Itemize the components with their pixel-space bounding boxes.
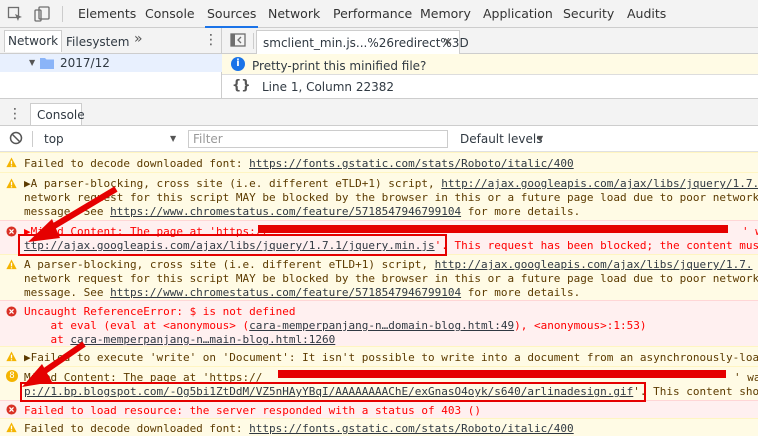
annotation-arrows — [22, 186, 118, 387]
arrow-annotation — [22, 341, 86, 387]
arrow-annotation — [28, 186, 118, 242]
